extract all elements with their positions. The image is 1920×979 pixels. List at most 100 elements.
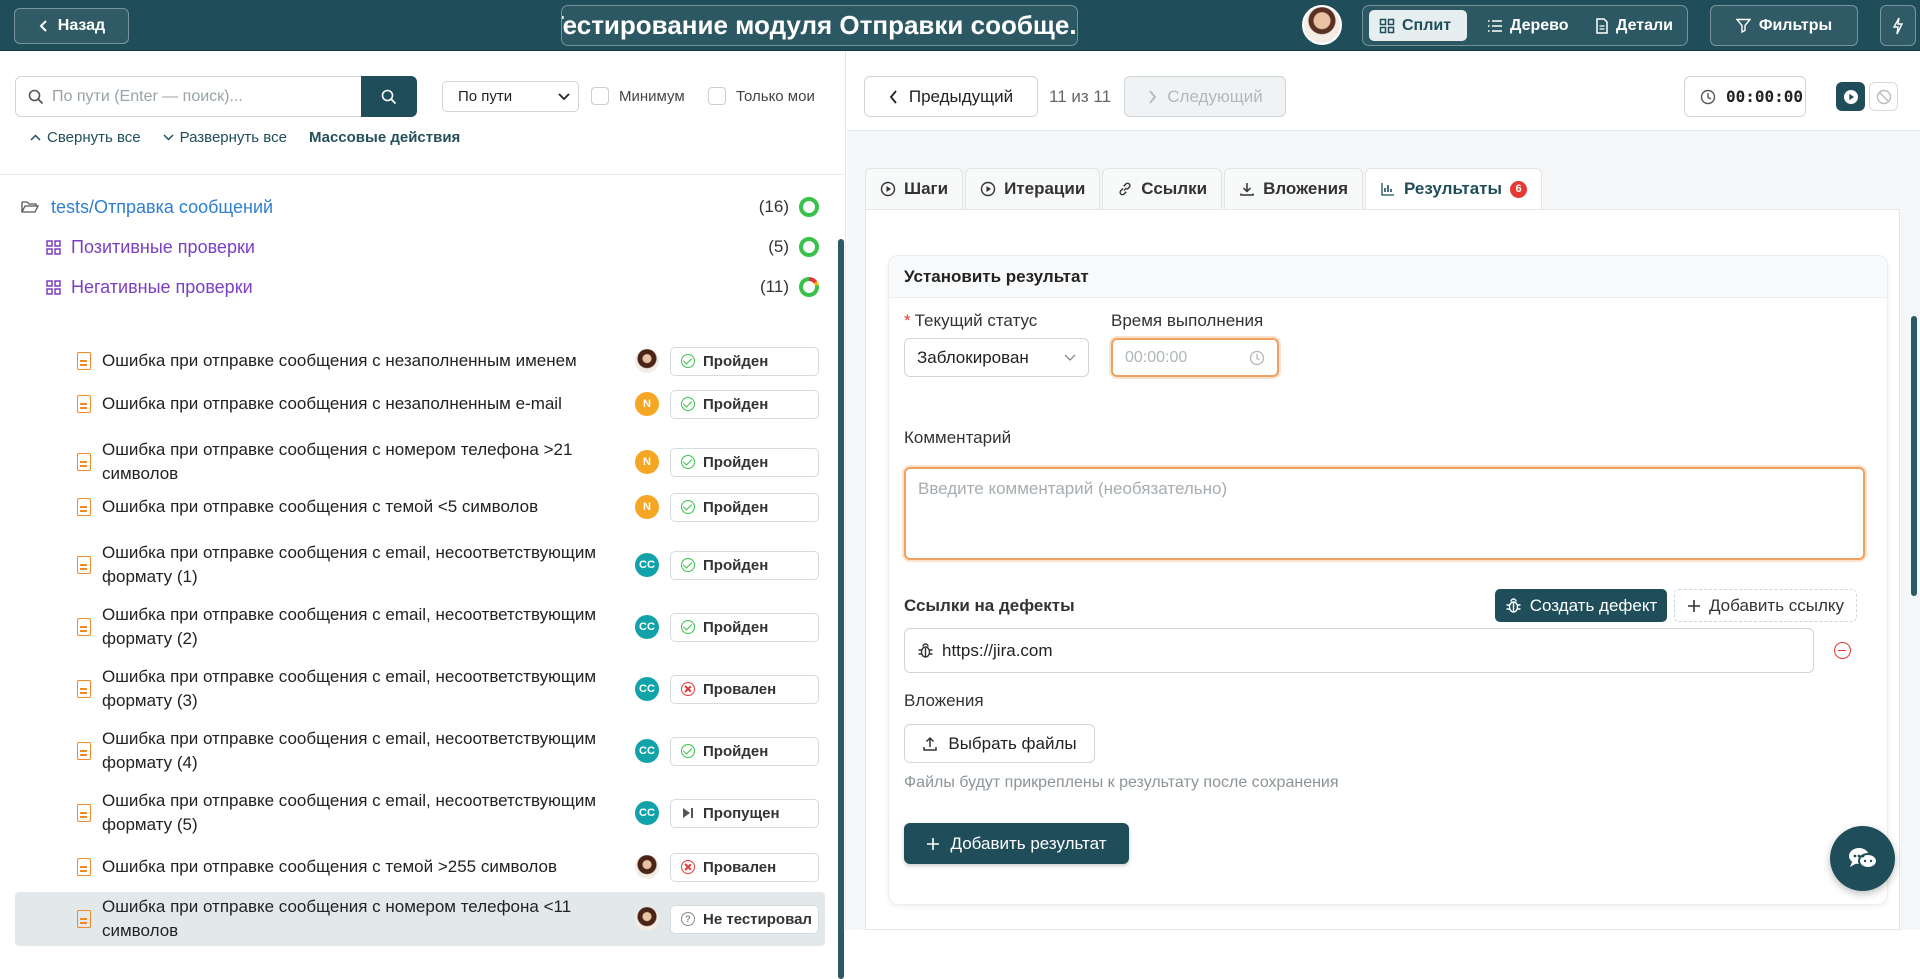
tab-attachments[interactable]: Вложения <box>1224 168 1364 209</box>
status-badge[interactable]: ? Не тестировал <box>670 904 819 934</box>
details-scrollbar[interactable] <box>1911 316 1917 596</box>
timer-stop-button[interactable] <box>1869 82 1898 111</box>
assignee-avatar: CC <box>635 615 659 639</box>
status-label: Провален <box>703 858 777 876</box>
status-label: Провален <box>703 680 777 698</box>
status-badge[interactable]: Пройден <box>670 550 819 580</box>
document-icon <box>77 680 91 698</box>
tree-group-positive[interactable]: Позитивные проверки (5) <box>15 230 825 264</box>
tab-steps[interactable]: Шаги <box>865 168 964 209</box>
document-icon <box>77 453 91 471</box>
only-mine-checkbox[interactable]: Только мои <box>708 87 815 105</box>
plus-icon <box>1687 599 1700 612</box>
details-tabs: Шаги Итерации Ссылки Вложения Результаты… <box>865 168 1544 209</box>
view-details-button[interactable]: Детали <box>1585 10 1683 41</box>
status-badge[interactable]: Пройден <box>670 736 819 766</box>
test-case-row[interactable]: Ошибка при отправке сообщения с email, н… <box>15 602 825 652</box>
add-link-button[interactable]: Добавить ссылку <box>1674 589 1857 622</box>
test-case-title: Ошибка при отправке сообщения с email, н… <box>102 605 597 648</box>
skip-icon <box>681 806 695 820</box>
add-result-button[interactable]: Добавить результат <box>904 823 1129 864</box>
check-circle-icon <box>681 397 695 411</box>
minimum-checkbox[interactable]: Минимум <box>591 87 685 105</box>
download-icon <box>1240 183 1254 196</box>
status-badge[interactable]: Пройден <box>670 346 819 376</box>
timer-play-button[interactable] <box>1836 82 1865 111</box>
status-label: Пропущен <box>703 804 780 822</box>
create-defect-button[interactable]: Создать дефект <box>1495 589 1667 622</box>
test-case-row[interactable]: Ошибка при отправке сообщения с email, н… <box>15 664 825 714</box>
files-hint: Файлы будут прикреплены к результату пос… <box>904 774 1339 791</box>
tree-group-negative[interactable]: Негативные проверки (11) <box>15 270 825 304</box>
status-badge[interactable]: Пройден <box>670 492 819 522</box>
test-case-row[interactable]: Ошибка при отправке сообщения с номером … <box>15 892 825 946</box>
status-badge[interactable]: Провален <box>670 852 819 882</box>
plus-icon <box>927 837 940 850</box>
test-case-title: Ошибка при отправке сообщения с email, н… <box>102 729 597 772</box>
previous-button[interactable]: Предыдущий <box>864 76 1038 117</box>
group-count: (11) <box>760 277 789 296</box>
bulk-actions-button[interactable]: Массовые действия <box>309 129 460 146</box>
tree-folder[interactable]: tests/Отправка сообщений (16) <box>15 190 825 224</box>
chevron-right-icon <box>1149 89 1157 104</box>
tree-scrollbar[interactable] <box>838 239 844 979</box>
test-case-row[interactable]: Ошибка при отправке сообщения с email, н… <box>15 540 825 590</box>
test-case-title: Ошибка при отправке сообщения с незаполн… <box>102 351 577 370</box>
test-case-row[interactable]: Ошибка при отправке сообщения с номером … <box>15 437 825 487</box>
document-icon <box>77 742 91 760</box>
back-button[interactable]: Назад <box>14 8 129 44</box>
sort-select[interactable]: По пути <box>442 81 579 112</box>
details-panel: Предыдущий 11 из 11 Следующий 00:00:00 Ш… <box>847 51 1920 930</box>
defects-label: Ссылки на дефекты <box>904 596 1075 615</box>
filter-icon <box>1735 18 1751 33</box>
search-input[interactable]: По пути (Enter — поиск)... <box>15 76 361 117</box>
expand-all-button[interactable]: Развернуть все <box>163 129 287 146</box>
status-badge[interactable]: Пройден <box>670 389 819 419</box>
case-navigation: Предыдущий 11 из 11 Следующий 00:00:00 <box>847 51 1920 131</box>
test-case-row[interactable]: Ошибка при отправке сообщения с email, н… <box>15 726 825 776</box>
tab-links[interactable]: Ссылки <box>1102 168 1223 209</box>
card-heading: Установить результат <box>889 256 1887 298</box>
test-case-row[interactable]: Ошибка при отправке сообщения с незаполн… <box>15 344 825 378</box>
view-split-button[interactable]: Сплит <box>1369 10 1467 41</box>
chat-support-button[interactable] <box>1830 826 1895 891</box>
quick-actions-button[interactable] <box>1880 5 1916 46</box>
document-icon <box>77 395 91 413</box>
test-case-row[interactable]: Ошибка при отправке сообщения с темой <5… <box>15 490 825 524</box>
status-badge[interactable]: Пройден <box>670 612 819 642</box>
user-avatar[interactable] <box>1302 5 1342 45</box>
search-button[interactable] <box>361 76 417 117</box>
view-tree-button[interactable]: Дерево <box>1477 10 1579 41</box>
check-circle-icon <box>681 354 695 368</box>
next-button[interactable]: Следующий <box>1124 76 1286 117</box>
document-icon <box>77 910 91 928</box>
tab-results[interactable]: Результаты 6 <box>1365 168 1543 209</box>
chevron-down-icon <box>558 92 570 100</box>
duration-input[interactable]: 00:00:00 <box>1111 338 1279 377</box>
link-icon <box>1119 182 1131 196</box>
assignee-avatar <box>635 907 659 931</box>
status-label: * Текущий статус <box>904 311 1038 330</box>
bar-chart-icon <box>1381 183 1395 196</box>
filters-button[interactable]: Фильтры <box>1710 5 1858 46</box>
status-badge[interactable]: Пропущен <box>670 798 819 828</box>
tab-iterations[interactable]: Итерации <box>965 168 1101 209</box>
test-case-row[interactable]: Ошибка при отправке сообщения с незаполн… <box>15 387 825 421</box>
remove-link-icon[interactable] <box>1834 642 1851 659</box>
test-case-row[interactable]: Ошибка при отправке сообщения с темой >2… <box>15 850 825 884</box>
choose-files-button[interactable]: Выбрать файлы <box>904 724 1095 763</box>
status-badge[interactable]: Пройден <box>670 447 819 477</box>
list-icon <box>1488 19 1502 32</box>
grid-icon <box>46 279 61 295</box>
collapse-all-button[interactable]: Свернуть все <box>30 129 141 146</box>
status-select[interactable]: Заблокирован <box>904 338 1089 377</box>
status-badge[interactable]: Провален <box>670 674 819 704</box>
test-case-title: Ошибка при отправке сообщения с темой >2… <box>102 857 558 876</box>
results-count-badge: 6 <box>1510 180 1528 198</box>
comment-textarea[interactable]: Введите комментарий (необязательно) <box>904 467 1865 560</box>
question-circle-icon: ? <box>681 912 695 926</box>
chevron-down-icon <box>163 134 174 141</box>
defect-link-input[interactable]: https://jira.com <box>904 628 1814 673</box>
test-case-row[interactable]: Ошибка при отправке сообщения с email, н… <box>15 788 825 838</box>
test-tree-panel: По пути (Enter — поиск)... По пути Миним… <box>0 51 846 979</box>
